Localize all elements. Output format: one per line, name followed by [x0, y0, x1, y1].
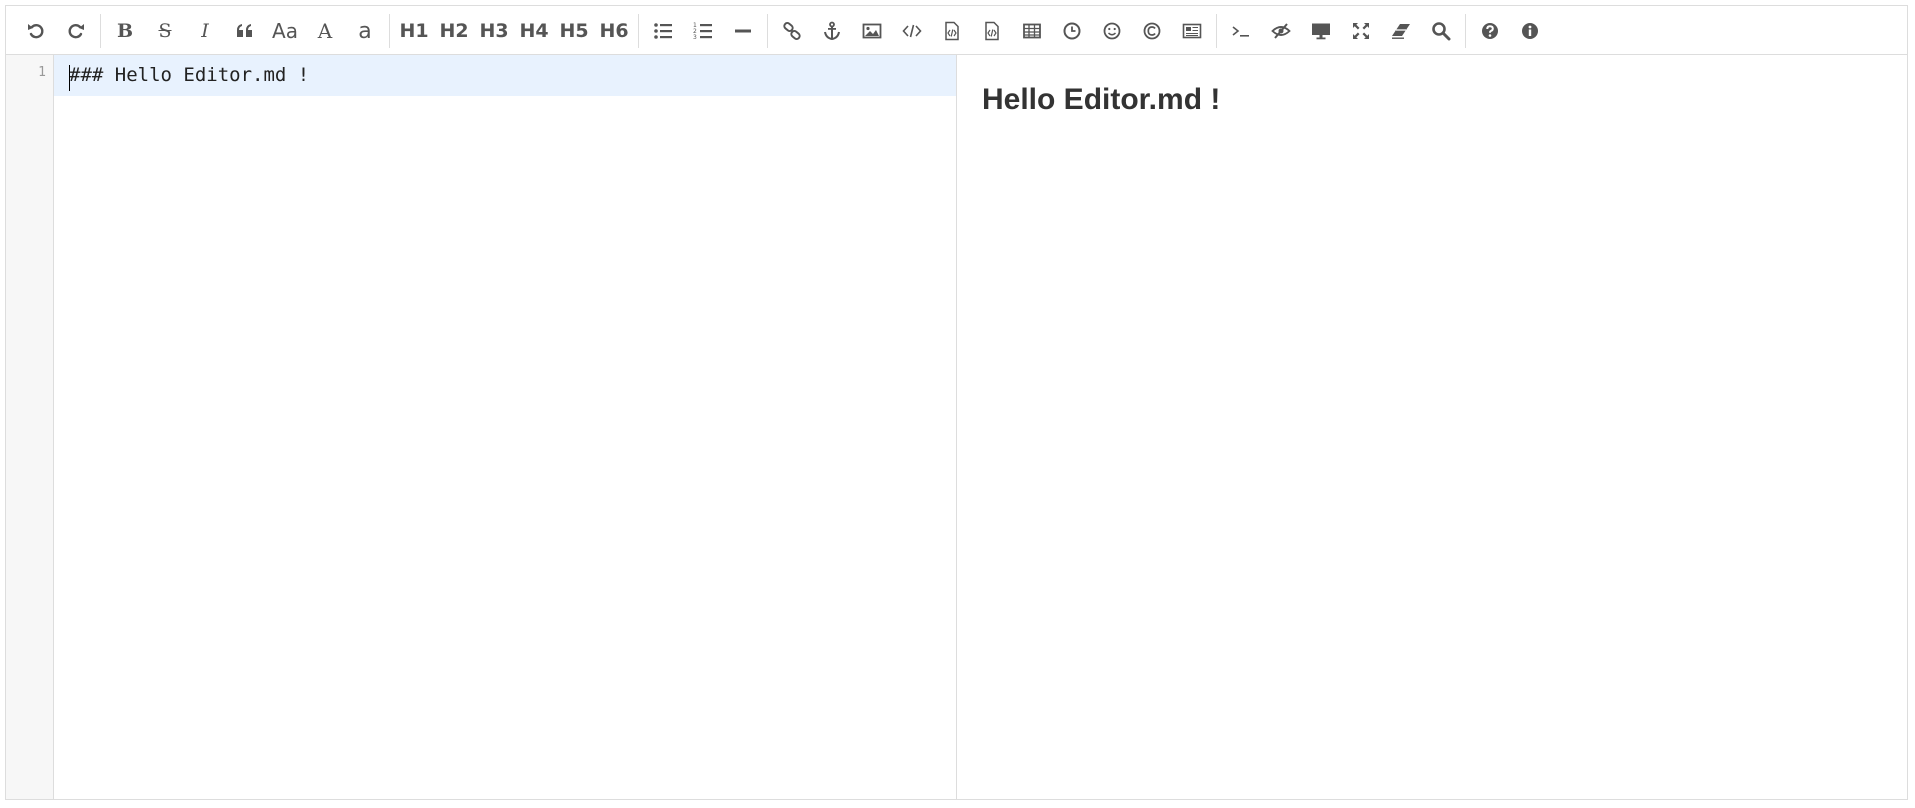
link-button[interactable] — [774, 15, 810, 47]
watch-button[interactable] — [1263, 15, 1299, 47]
preview-button[interactable] — [1303, 15, 1339, 47]
toolbar: B S I Aa A a H1 H2 H3 H4 H5 H6 1 2 3 — [6, 6, 1907, 55]
unordered-list-icon — [654, 23, 672, 39]
search-icon — [1432, 22, 1451, 41]
search-button[interactable] — [1423, 15, 1459, 47]
markdown-editor: B S I Aa A a H1 H2 H3 H4 H5 H6 1 2 3 1 #… — [5, 5, 1908, 800]
code-block-button[interactable] — [934, 15, 970, 47]
preview-pane: Hello Editor.md ! — [957, 55, 1907, 799]
watch-icon — [1271, 23, 1291, 39]
emoji-button[interactable] — [1094, 15, 1130, 47]
strikethrough-icon: S — [158, 20, 172, 42]
toolbar-row: B S I Aa A a H1 H2 H3 H4 H5 H6 1 2 3 — [16, 14, 1550, 48]
help-button[interactable] — [1472, 15, 1508, 47]
line-number-gutter: 1 — [6, 55, 54, 799]
h4-button[interactable]: H4 — [516, 15, 552, 47]
datetime-icon — [1063, 22, 1081, 40]
info-button[interactable] — [1512, 15, 1548, 47]
eraser-icon — [1392, 24, 1410, 39]
undo-button[interactable] — [18, 15, 54, 47]
html-entities-button[interactable] — [1134, 15, 1170, 47]
uppercase-button[interactable]: Aa — [267, 15, 303, 47]
fullscreen-button[interactable] — [1343, 15, 1379, 47]
preformatted-text-icon — [985, 21, 999, 41]
datetime-button[interactable] — [1054, 15, 1090, 47]
preformatted-text-button[interactable] — [974, 15, 1010, 47]
h2-button[interactable]: H2 — [436, 15, 472, 47]
html-entities-icon — [1143, 22, 1161, 40]
bold-icon: B — [116, 20, 134, 42]
quote-icon — [237, 24, 252, 37]
preview-icon — [1312, 23, 1330, 40]
ucwords-icon: A — [317, 19, 333, 43]
code-editor[interactable]: 1 ### Hello Editor.md ! — [6, 55, 957, 799]
h1-icon: H1 — [399, 20, 429, 42]
clear-button[interactable] — [1383, 15, 1419, 47]
lowercase-button[interactable]: a — [347, 15, 383, 47]
inline-code-icon — [902, 24, 922, 38]
image-button[interactable] — [854, 15, 890, 47]
image-icon — [862, 23, 882, 39]
table-button[interactable] — [1014, 15, 1050, 47]
goto-line-button[interactable] — [1223, 15, 1259, 47]
h5-button[interactable]: H5 — [556, 15, 592, 47]
fullscreen-icon — [1353, 23, 1369, 39]
pagebreak-icon — [1182, 23, 1202, 39]
bold-button[interactable]: B — [107, 15, 143, 47]
help-icon — [1482, 23, 1498, 39]
h5-icon: H5 — [559, 20, 589, 42]
h2-icon: H2 — [439, 20, 469, 42]
toolbar-divider — [1216, 14, 1217, 48]
pagebreak-button[interactable] — [1174, 15, 1210, 47]
link-icon — [783, 22, 801, 40]
anchor-button[interactable] — [814, 15, 850, 47]
info-icon — [1522, 23, 1538, 39]
goto-line-icon — [1232, 26, 1249, 37]
h6-icon: H6 — [599, 20, 629, 42]
italic-icon: I — [201, 20, 209, 42]
lowercase-icon: a — [358, 18, 372, 44]
horizontal-rule-button[interactable] — [725, 15, 761, 47]
anchor-icon — [824, 21, 840, 41]
emoji-icon — [1103, 22, 1121, 40]
strikethrough-button[interactable]: S — [147, 15, 183, 47]
toolbar-divider — [767, 14, 768, 48]
quote-button[interactable] — [227, 15, 263, 47]
h3-button[interactable]: H3 — [476, 15, 512, 47]
preview-heading: Hello Editor.md ! — [982, 83, 1221, 116]
table-icon — [1023, 23, 1041, 39]
svg-text:3: 3 — [693, 34, 697, 41]
redo-button[interactable] — [58, 15, 94, 47]
h1-button[interactable]: H1 — [396, 15, 432, 47]
toolbar-divider — [389, 14, 390, 48]
horizontal-rule-icon — [735, 29, 751, 33]
text-cursor — [69, 65, 70, 91]
code-block-icon — [945, 21, 959, 41]
undo-icon — [28, 24, 44, 39]
inline-code-button[interactable] — [894, 15, 930, 47]
italic-button[interactable]: I — [187, 15, 223, 47]
redo-icon — [68, 24, 84, 39]
h6-button[interactable]: H6 — [596, 15, 632, 47]
line-number: 1 — [38, 65, 46, 80]
toolbar-divider — [100, 14, 101, 48]
h4-icon: H4 — [519, 20, 549, 42]
ordered-list-icon: 123 — [693, 22, 712, 41]
ucwords-button[interactable]: A — [307, 15, 343, 47]
unordered-list-button[interactable] — [645, 15, 681, 47]
uppercase-icon: Aa — [272, 19, 298, 43]
ordered-list-button[interactable]: 123 — [685, 15, 721, 47]
toolbar-divider — [1465, 14, 1466, 48]
code-line[interactable]: ### Hello Editor.md ! — [69, 64, 309, 86]
h3-icon: H3 — [479, 20, 509, 42]
toolbar-divider — [638, 14, 639, 48]
